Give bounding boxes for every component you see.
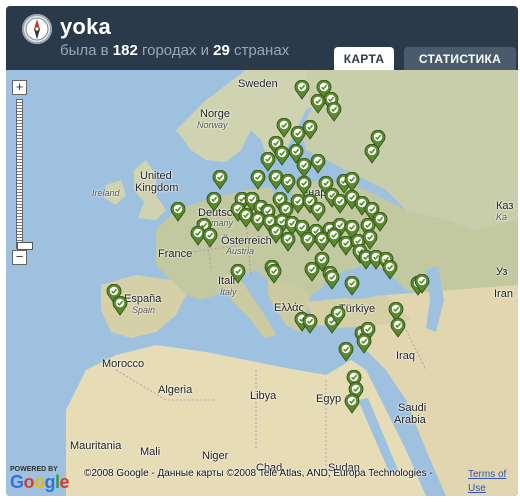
visited-city-marker[interactable]	[280, 232, 296, 252]
label-iran: Iran	[494, 288, 513, 300]
label-austria: Austria	[226, 246, 255, 256]
visit-summary: была в 182 городах и 29 странах	[60, 42, 289, 59]
label-mali: Mali	[140, 446, 161, 458]
profile-header: yoka была в 182 городах и 29 странах КАР…	[6, 6, 518, 71]
visited-city-marker[interactable]	[344, 276, 360, 296]
visited-city-marker[interactable]	[310, 94, 326, 114]
label-sweden: Sweden	[238, 78, 278, 90]
username: yoka	[60, 14, 111, 39]
label-mauritania: Mauritania	[70, 440, 122, 452]
label-niger: Niger	[202, 450, 229, 462]
visited-city-marker[interactable]	[324, 270, 340, 290]
label-saudi: Saudi	[398, 402, 427, 414]
visited-city-marker[interactable]	[414, 274, 430, 294]
label-kingdom: Kingdom	[135, 182, 179, 194]
countries-count: 29	[213, 42, 230, 59]
label-kazakh-latin: Ka	[496, 212, 508, 222]
world-map[interactable]: Sweden Norge Norway United Kingdom Irela…	[6, 70, 518, 496]
visited-city-marker[interactable]	[250, 170, 266, 190]
label-norge: Norge	[200, 108, 230, 120]
visited-city-marker[interactable]	[296, 176, 312, 196]
visited-city-marker[interactable]	[212, 170, 228, 190]
label-ireland: Ireland	[92, 188, 120, 198]
google-logo[interactable]: POWERED BY Google	[10, 466, 70, 492]
app-frame: yoka была в 182 городах и 29 странах КАР…	[6, 6, 518, 496]
visited-city-marker[interactable]	[302, 314, 318, 334]
terms-of-use-link[interactable]: Terms of Use	[468, 468, 516, 496]
visited-city-marker[interactable]	[344, 172, 360, 192]
google-wordmark: Google	[10, 472, 70, 492]
zoom-slider-track[interactable]	[16, 99, 33, 250]
visited-city-marker[interactable]	[112, 296, 128, 316]
label-libya: Libya	[250, 390, 277, 402]
visited-city-marker[interactable]	[356, 334, 372, 354]
label-algeria: Algeria	[158, 384, 193, 396]
label-spain: Spain	[132, 305, 156, 315]
summary-prefix: была в	[60, 42, 113, 59]
zoom-control: + −	[12, 80, 33, 270]
zoom-in-button[interactable]: +	[12, 80, 27, 95]
label-united: United	[140, 170, 172, 182]
label-italy: Italy	[220, 287, 237, 297]
map-attribution: ©2008 Google - Данные карты ©2008 Tele A…	[84, 468, 433, 479]
visited-city-marker[interactable]	[338, 342, 354, 362]
visited-city-marker[interactable]	[294, 80, 310, 100]
visited-city-marker[interactable]	[344, 394, 360, 414]
visited-city-marker[interactable]	[330, 306, 346, 326]
label-kazakhstan: Каз	[496, 200, 514, 212]
visited-city-marker[interactable]	[206, 192, 222, 212]
visited-city-marker[interactable]	[266, 264, 282, 284]
compass-icon	[22, 14, 52, 44]
visited-city-marker[interactable]	[326, 102, 342, 122]
label-arabia: Arabia	[394, 414, 426, 426]
summary-middle: городах и	[137, 42, 214, 59]
visited-city-marker[interactable]	[280, 174, 296, 194]
tab-statistics[interactable]: СТАТИСТИКА	[404, 47, 516, 71]
visited-city-marker[interactable]	[260, 152, 276, 172]
visited-city-marker[interactable]	[170, 202, 186, 222]
visited-city-marker[interactable]	[202, 228, 218, 248]
visited-city-marker[interactable]	[390, 318, 406, 338]
zoom-out-button[interactable]: −	[12, 250, 27, 265]
visited-city-marker[interactable]	[364, 144, 380, 164]
label-espana: España	[124, 293, 162, 305]
tab-map[interactable]: КАРТА	[334, 47, 394, 71]
visited-city-marker[interactable]	[382, 260, 398, 280]
cities-count: 182	[112, 42, 138, 59]
visited-city-marker[interactable]	[310, 154, 326, 174]
visited-city-marker[interactable]	[302, 120, 318, 140]
label-norway: Norway	[197, 120, 228, 130]
visited-city-marker[interactable]	[230, 264, 246, 284]
map-terrain	[6, 70, 518, 496]
label-iraq: Iraq	[396, 350, 415, 362]
label-france: France	[158, 248, 193, 260]
label-morocco: Morocco	[102, 358, 145, 370]
summary-suffix: странах	[229, 42, 290, 59]
visited-city-marker[interactable]	[372, 212, 388, 232]
label-egypt: Egyp	[316, 393, 342, 405]
label-uzbek: Уз	[496, 266, 508, 278]
